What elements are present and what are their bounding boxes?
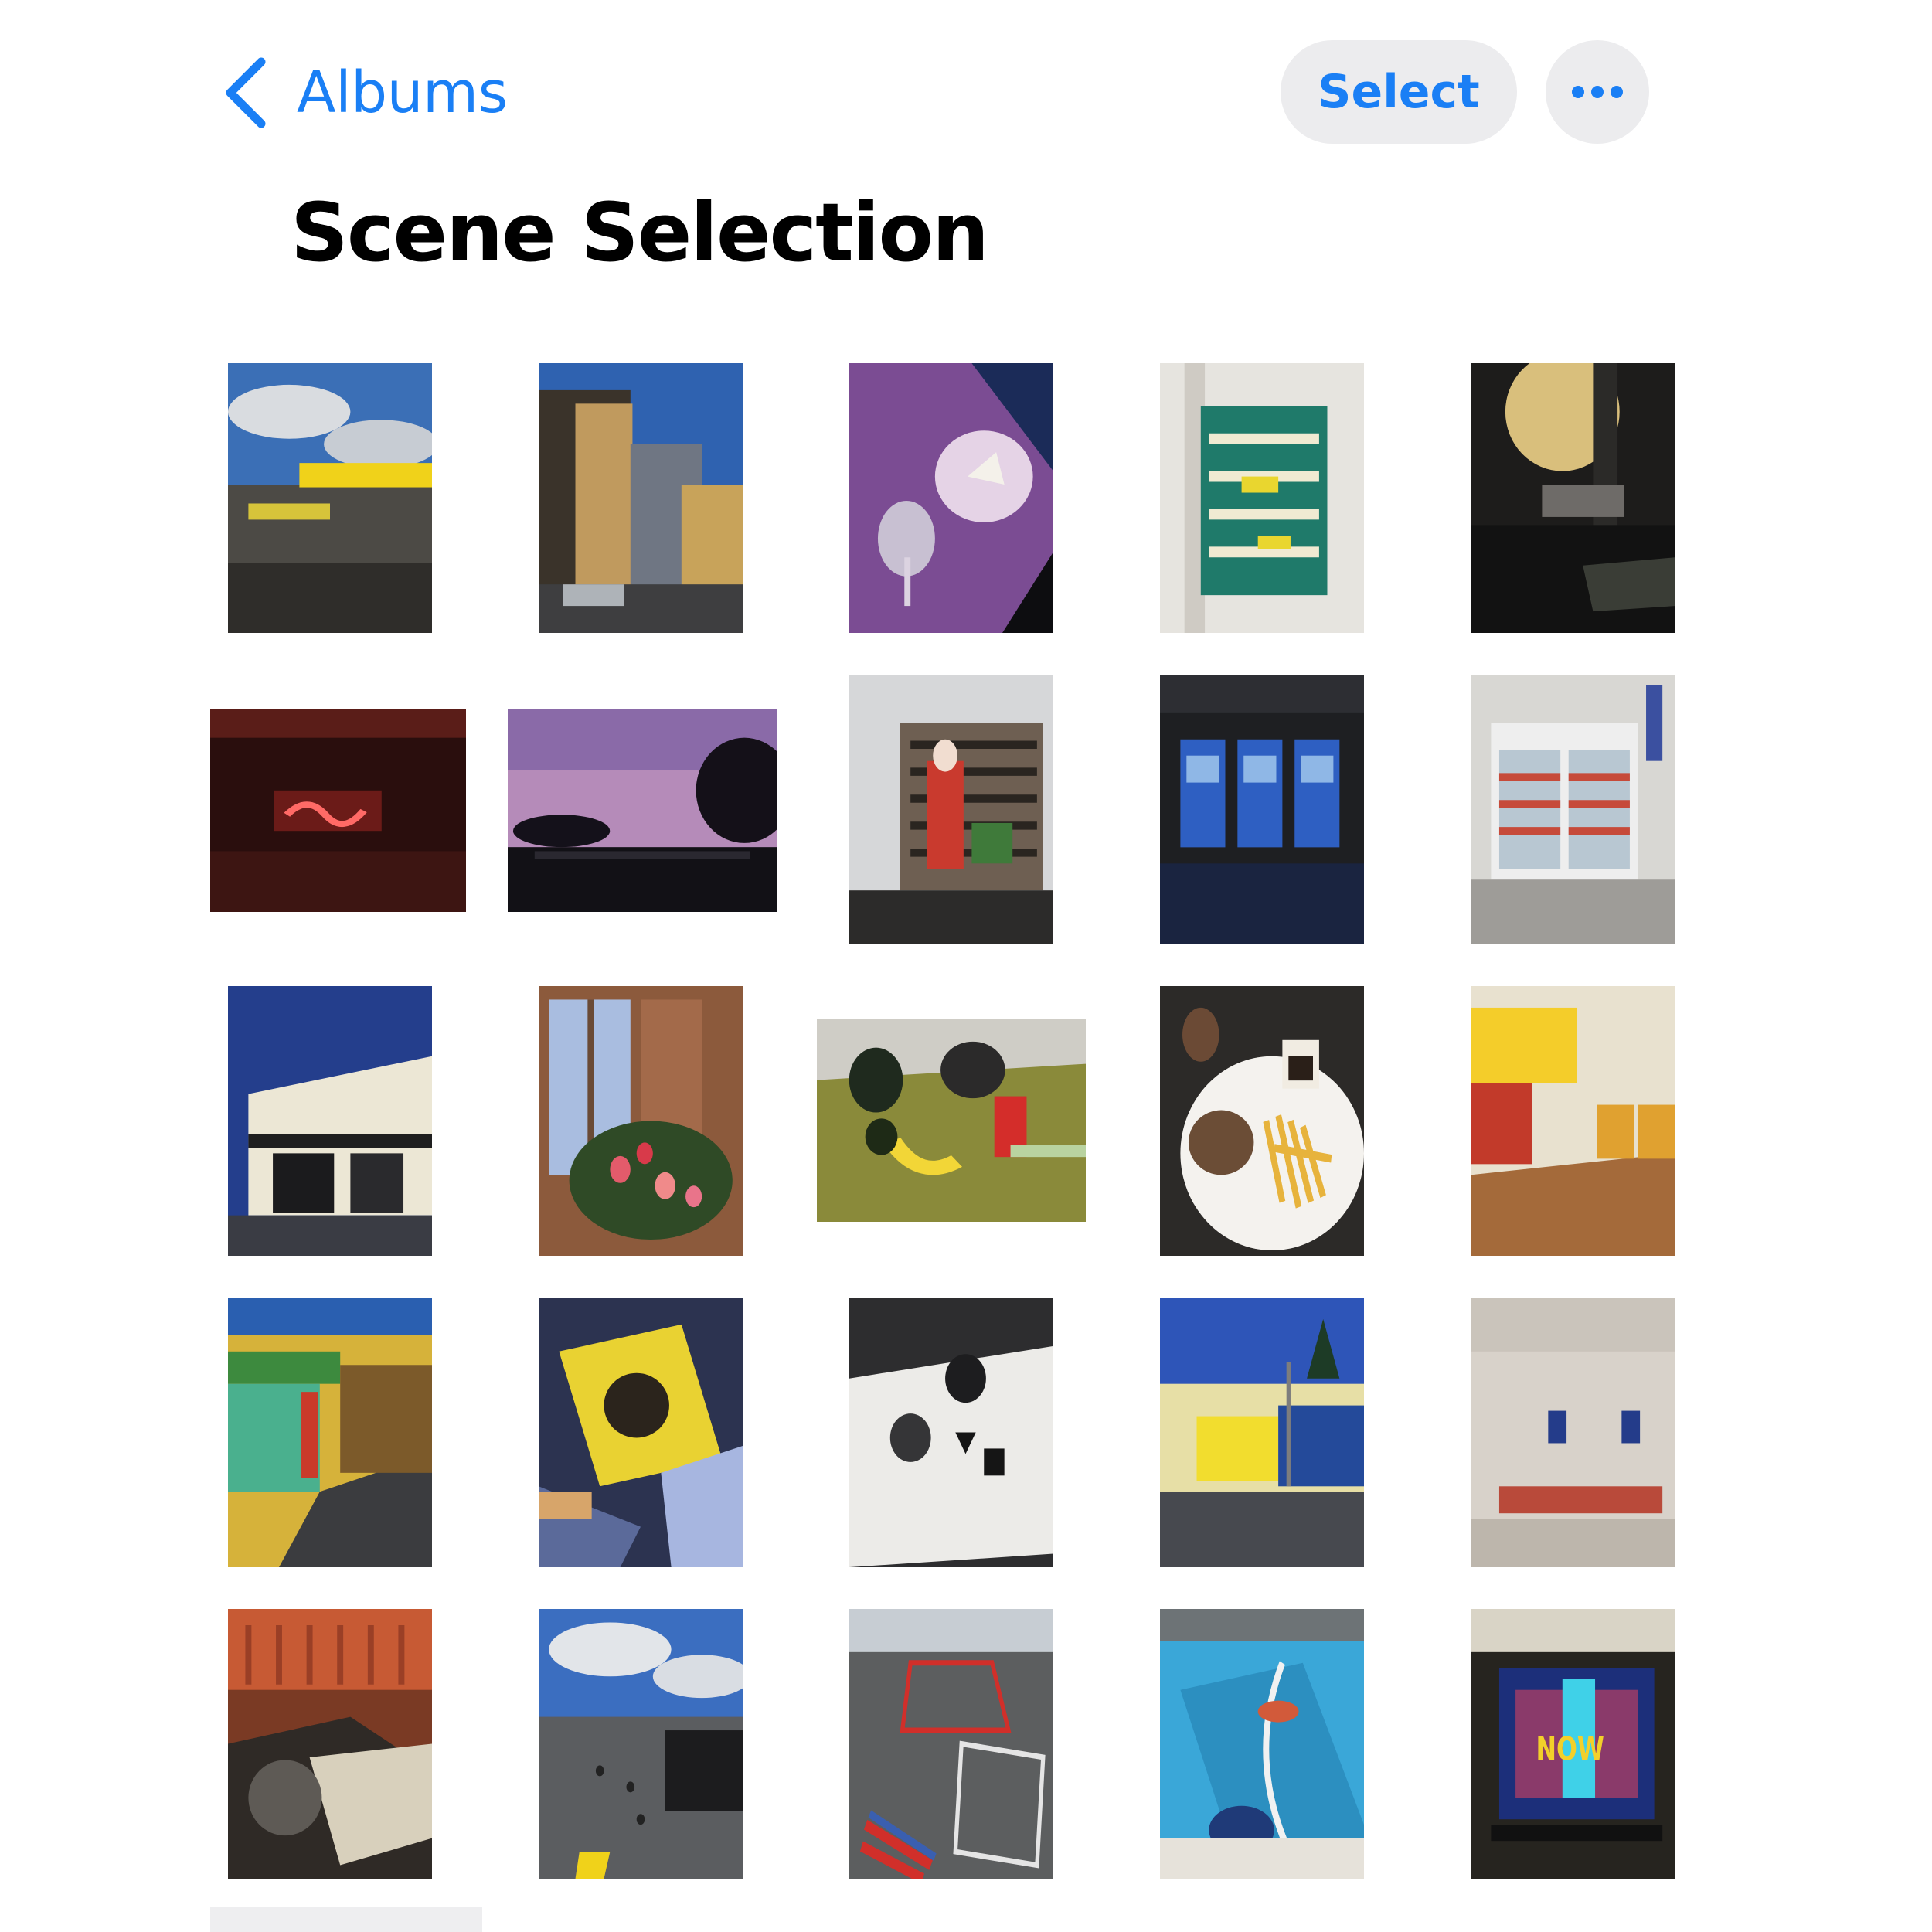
photo-thumbnail[interactable]: [228, 1609, 432, 1879]
photo-thumbnail[interactable]: [1471, 986, 1675, 1256]
photo-thumbnail[interactable]: [849, 363, 1053, 633]
photo-thumbnail[interactable]: [1160, 363, 1364, 633]
photo-thumbnail[interactable]: [817, 1019, 1086, 1222]
photo-thumbnail[interactable]: [849, 1298, 1053, 1567]
chevron-left-icon: [226, 57, 266, 128]
select-button[interactable]: Select: [1281, 40, 1517, 144]
photo-thumbnail[interactable]: [1471, 675, 1675, 944]
photo-thumbnail[interactable]: [1471, 363, 1675, 633]
album-title: Scene Selection: [291, 185, 989, 280]
back-button[interactable]: Albums: [224, 54, 508, 131]
photo-thumbnail[interactable]: [1471, 1298, 1675, 1567]
photo-thumbnail[interactable]: [539, 1298, 743, 1567]
next-row-thumbnail-edge: [210, 1907, 482, 1932]
photo-thumbnail[interactable]: [539, 986, 743, 1256]
back-button-label: Albums: [297, 60, 508, 126]
photo-thumbnail[interactable]: [539, 363, 743, 633]
more-options-button[interactable]: [1546, 40, 1649, 144]
photo-thumbnail[interactable]: [1160, 675, 1364, 944]
photo-thumbnail[interactable]: [1160, 986, 1364, 1256]
photo-thumbnail[interactable]: [228, 363, 432, 633]
photo-thumbnail[interactable]: [228, 1298, 432, 1567]
photo-thumbnail[interactable]: [228, 986, 432, 1256]
photo-thumbnail[interactable]: [1160, 1609, 1364, 1879]
photo-thumbnail[interactable]: [508, 709, 777, 912]
photo-thumbnail[interactable]: NOW: [1471, 1609, 1675, 1879]
svg-text:NOW: NOW: [1536, 1730, 1604, 1767]
photo-thumbnail[interactable]: [539, 1609, 743, 1879]
photo-thumbnail[interactable]: [210, 709, 466, 912]
ellipsis-icon: [1572, 86, 1623, 98]
photo-thumbnail[interactable]: [1160, 1298, 1364, 1567]
photo-thumbnail[interactable]: [849, 1609, 1053, 1879]
photo-thumbnail[interactable]: [849, 675, 1053, 944]
